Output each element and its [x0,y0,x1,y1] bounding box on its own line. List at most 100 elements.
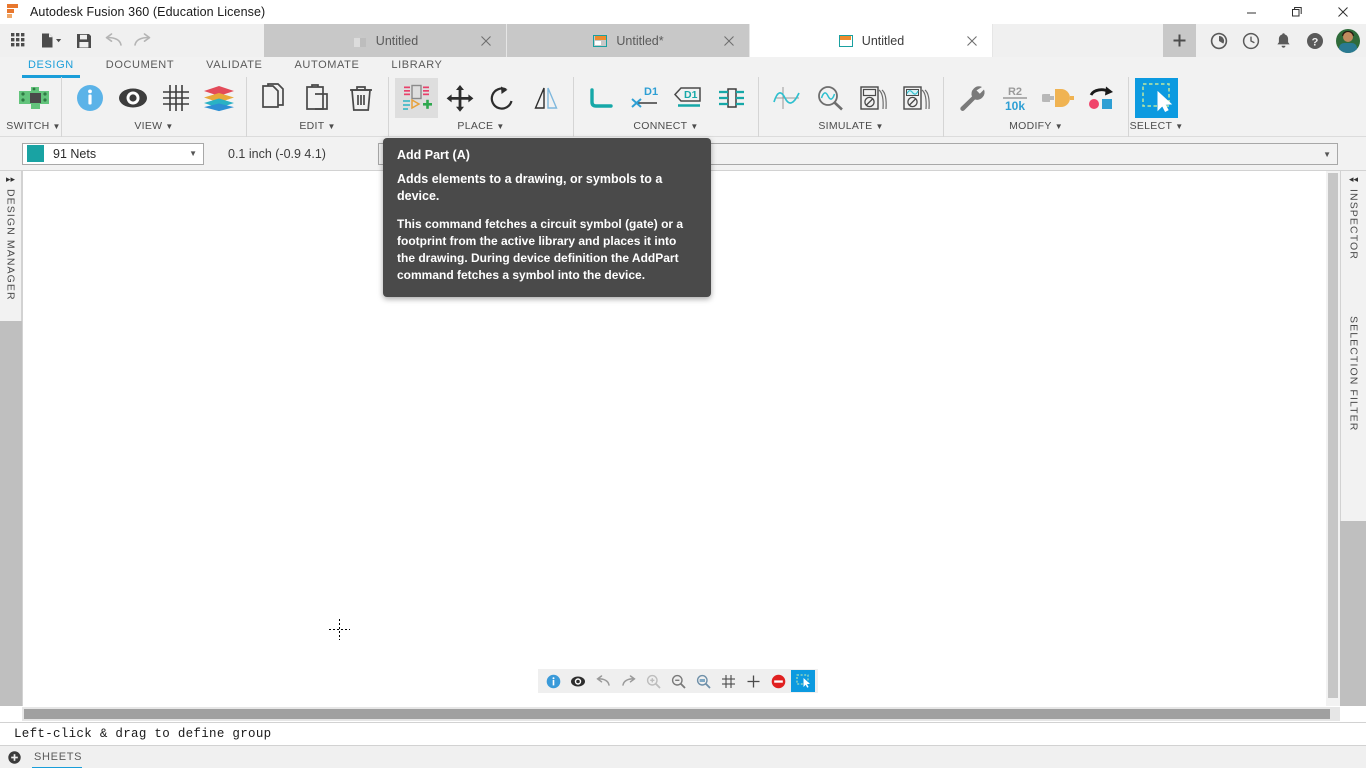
add-part-icon[interactable] [395,78,438,118]
paste-icon[interactable] [296,78,339,118]
user-avatar[interactable] [1336,28,1360,53]
grid-icon[interactable] [716,670,740,692]
undo-icon[interactable] [591,670,615,692]
ribbon-group-select-label[interactable]: SELECT ▼ [1129,120,1184,132]
ribbon: DESIGN DOCUMENT VALIDATE AUTOMATE LIBRAR… [0,57,1366,137]
document-tab-2-close-icon[interactable] [723,34,737,48]
ribbon-group-modify: R2 10k MODIFY ▼ [943,77,1128,137]
select-tool-icon[interactable] [791,670,815,692]
info-icon[interactable] [68,78,111,118]
ribbon-tab-document[interactable]: DOCUMENT [90,57,190,75]
replace-part-icon[interactable] [1036,78,1079,118]
mirror-icon[interactable] [524,78,567,118]
maximize-restore-button[interactable] [1274,0,1320,24]
save-icon[interactable] [70,27,98,55]
inspector-label[interactable]: INSPECTOR [1348,189,1360,260]
probe-icon[interactable] [808,78,851,118]
document-tab-1-close-icon[interactable] [480,34,494,48]
schematic-icon [838,33,854,49]
canvas-vertical-scrollbar[interactable] [1326,171,1340,706]
window-title-bar: Autodesk Fusion 360 (Education License) [0,0,1366,24]
design-manager-rail[interactable]: ▸▸ DESIGN MANAGER [0,171,22,321]
ribbon-group-place: PLACE ▼ [388,77,573,137]
cube-icon [352,33,368,49]
add-sheet-icon[interactable] [6,749,22,765]
show-hide-icon[interactable] [566,670,590,692]
ribbon-group-edit-label[interactable]: EDIT ▼ [247,120,388,132]
name-label-icon[interactable]: D1 [666,78,709,118]
ribbon-group-simulate-label[interactable]: SIMULATE ▼ [759,120,943,132]
app-grid-icon[interactable] [4,27,32,55]
bus-icon[interactable] [709,78,752,118]
grid-icon[interactable] [154,78,197,118]
value-top-text: R2 [1007,86,1021,98]
ribbon-panels: SWITCH ▼ VIEW ▼ EDIT ▼ PLACE ▼ D1 D1 CON… [0,77,1366,137]
document-tab-3-label: Untitled [861,33,905,48]
net-wire-icon[interactable] [580,78,623,118]
waveform-icon[interactable] [765,78,808,118]
canvas-float-toolbar [538,669,818,693]
document-tab-3-close-icon[interactable] [966,34,980,48]
zoom-fit-icon[interactable] [691,670,715,692]
switch-to-pcb-icon[interactable] [12,78,55,118]
ribbon-group-place-label[interactable]: PLACE ▼ [389,120,573,132]
fusion360-window: Autodesk Fusion 360 (Education License) [0,0,1366,768]
horizontal-scroll-thumb[interactable] [24,709,1330,719]
svg-text:D1: D1 [644,86,658,98]
undo-icon[interactable] [99,27,127,55]
ribbon-tab-library[interactable]: LIBRARY [375,57,458,75]
notifications-bell-icon[interactable] [1272,30,1294,52]
ribbon-tab-automate[interactable]: AUTOMATE [279,57,376,75]
select-tool-icon[interactable] [1135,78,1178,118]
document-tab-3[interactable]: Untitled [750,24,993,57]
info-icon[interactable] [541,670,565,692]
ribbon-group-simulate: SIMULATE ▼ [758,77,943,137]
ribbon-tab-validate[interactable]: VALIDATE [190,57,278,75]
layer-color-swatch [27,145,44,162]
zoom-in-icon[interactable] [641,670,665,692]
multimeter-icon[interactable] [851,78,894,118]
value-icon[interactable]: R2 10k [993,78,1036,118]
redo-icon[interactable] [128,27,156,55]
document-tab-1[interactable]: Untitled [264,24,507,57]
move-icon[interactable] [438,78,481,118]
oscilloscope-icon[interactable] [894,78,937,118]
collapse-panel-icon[interactable]: ◂◂ [1341,171,1366,185]
crosshair-icon[interactable] [741,670,765,692]
vertical-scroll-thumb[interactable] [1328,173,1338,698]
document-tab-2[interactable]: Untitled* [507,24,750,57]
minimize-button[interactable] [1228,0,1274,24]
layer-select[interactable]: 91 Nets ▼ [22,142,204,165]
zoom-out-icon[interactable] [666,670,690,692]
copy-icon[interactable] [253,78,296,118]
layers-icon[interactable] [197,78,240,118]
swap-icon[interactable] [1079,78,1122,118]
wrench-icon[interactable] [950,78,993,118]
selection-filter-label[interactable]: SELECTION FILTER [1348,316,1360,431]
expand-panel-icon[interactable]: ▸▸ [0,171,21,185]
chevron-down-icon: ▼ [165,122,174,131]
recent-activity-icon[interactable] [1240,30,1262,52]
rotate-icon[interactable] [481,78,524,118]
stop-icon[interactable] [766,670,790,692]
job-status-icon[interactable] [1208,30,1230,52]
new-document-icon[interactable] [33,27,69,55]
help-icon[interactable]: ? [1304,30,1326,52]
chevron-down-icon: ▼ [690,122,699,131]
ribbon-group-connect: D1 D1 CONNECT ▼ [573,77,758,137]
ribbon-group-view-label[interactable]: VIEW ▼ [62,120,246,132]
redo-icon[interactable] [616,670,640,692]
sheets-tab[interactable]: SHEETS [32,746,94,768]
delete-net-icon[interactable]: D1 [623,78,666,118]
ribbon-group-modify-label[interactable]: MODIFY ▼ [944,120,1128,132]
delete-icon[interactable] [339,78,382,118]
right-panel-rail: ◂◂ INSPECTOR SELECTION FILTER [1340,171,1366,521]
new-tab-button[interactable] [1163,24,1196,57]
chevron-down-icon: ▼ [327,122,336,131]
ribbon-tab-design[interactable]: DESIGN [12,57,90,78]
close-button[interactable] [1320,0,1366,24]
canvas-horizontal-scrollbar[interactable] [22,707,1340,721]
ribbon-group-switch-label[interactable]: SWITCH ▼ [6,120,61,132]
ribbon-group-connect-label[interactable]: CONNECT ▼ [574,120,758,132]
show-hide-icon[interactable] [111,78,154,118]
